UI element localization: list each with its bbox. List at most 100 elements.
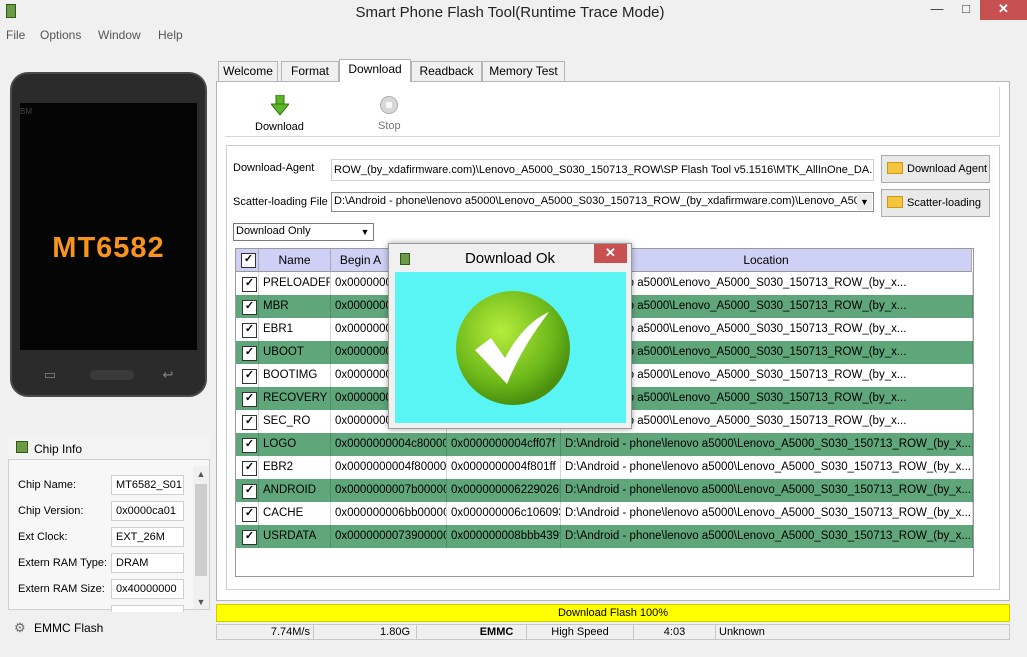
status-size: 1.80G — [314, 625, 417, 639]
partition-name: CACHE — [259, 502, 331, 525]
success-check-icon — [456, 291, 570, 405]
tab-memory-test[interactable]: Memory Test — [482, 61, 565, 81]
partition-location: D:\Android - phone\lenovo a5000\Lenovo_A… — [561, 479, 973, 502]
maximize-button[interactable]: □ — [952, 0, 980, 20]
checkbox-icon[interactable]: ✓ — [242, 415, 257, 430]
tab-welcome[interactable]: Welcome — [218, 61, 278, 81]
checkbox-icon[interactable]: ✓ — [242, 346, 257, 361]
row-select-cell[interactable]: ✓ — [236, 387, 259, 410]
begin-address: 0x0000000073900000 — [331, 525, 447, 548]
checkbox-icon[interactable]: ✓ — [242, 507, 257, 522]
partition-name: MBR — [259, 295, 331, 318]
minimize-button[interactable]: — — [922, 0, 952, 20]
chip-name-label: Chip Name: — [18, 479, 77, 491]
row-select-cell[interactable]: ✓ — [236, 272, 259, 295]
row-select-cell[interactable]: ✓ — [236, 433, 259, 456]
partition-name: BOOTIMG — [259, 364, 331, 387]
menu-file[interactable]: File — [6, 28, 25, 42]
chip-name-field[interactable]: MT6582_S01 — [111, 475, 184, 495]
chevron-down-icon[interactable]: ▼ — [358, 225, 372, 239]
partition-location: D:\Android - phone\lenovo a5000\Lenovo_A… — [561, 525, 973, 548]
table-row[interactable]: ✓ ANDROID 0x0000000007b00000 0x000000006229… — [236, 479, 973, 502]
end-address: 0x0000000004f801ff — [447, 456, 561, 479]
ext-clock-label: Ext Clock: — [18, 531, 68, 543]
chevron-down-icon[interactable]: ▼ — [857, 194, 872, 210]
checkbox-icon[interactable]: ✓ — [242, 300, 257, 315]
table-row[interactable]: ✓ CACHE 0x000000006bb00000 0x000000006c1060… — [236, 502, 973, 525]
row-select-cell[interactable]: ✓ — [236, 341, 259, 364]
stop-button[interactable]: Stop — [378, 120, 401, 132]
ext-clock-field[interactable]: EXT_26M — [111, 527, 184, 547]
row-select-cell[interactable]: ✓ — [236, 525, 259, 548]
scatter-file-select[interactable]: D:\Android - phone\lenovo a5000\Lenovo_A… — [331, 192, 874, 212]
checkbox-icon[interactable]: ✓ — [242, 484, 257, 499]
column-header-name[interactable]: Name — [259, 249, 331, 272]
scroll-down-icon[interactable]: ▼ — [193, 594, 209, 610]
scroll-up-icon[interactable]: ▲ — [193, 466, 209, 482]
menu-options[interactable]: Options — [40, 28, 81, 42]
row-select-cell[interactable]: ✓ — [236, 295, 259, 318]
row-select-cell[interactable]: ✓ — [236, 318, 259, 341]
ram-size-field[interactable]: 0x40000000 — [111, 579, 184, 599]
partition-name: UBOOT — [259, 341, 331, 364]
partition-name: SEC_RO — [259, 410, 331, 433]
download-button[interactable]: Download — [255, 121, 304, 133]
progress-bar: Download Flash 100% — [216, 604, 1010, 622]
checkbox-icon[interactable]: ✓ — [242, 392, 257, 407]
row-select-cell[interactable]: ✓ — [236, 502, 259, 525]
row-select-cell[interactable]: ✓ — [236, 456, 259, 479]
status-device: Unknown — [719, 626, 765, 638]
partition-name: ANDROID — [259, 479, 331, 502]
folder-icon — [887, 196, 903, 208]
table-row[interactable]: ✓ EBR2 0x0000000004f80000 0x0000000004f801f… — [236, 456, 973, 479]
checkbox-icon[interactable]: ✓ — [242, 461, 257, 476]
header-select-all[interactable]: ✓ — [236, 249, 259, 272]
phone-menu-key-icon: ▭ — [43, 367, 57, 382]
toolbar — [225, 87, 1000, 137]
column-header-begin[interactable]: Begin A — [331, 249, 391, 272]
end-address: 0x0000000004cff07f — [447, 433, 561, 456]
partition-name: LOGO — [259, 433, 331, 456]
tab-format[interactable]: Format — [281, 61, 339, 81]
phone-back-key-icon: ↩ — [162, 367, 174, 382]
menu-help[interactable]: Help — [158, 28, 183, 42]
status-speed: 7.74M/s — [217, 625, 314, 639]
partition-location: D:\Android - phone\lenovo a5000\Lenovo_A… — [561, 433, 973, 456]
status-time: 4:03 — [634, 625, 716, 639]
close-button[interactable]: ✕ — [980, 0, 1027, 20]
tab-readback[interactable]: Readback — [411, 61, 482, 81]
partition-name: RECOVERY — [259, 387, 331, 410]
chip-field-partial — [111, 605, 184, 612]
checkbox-icon[interactable]: ✓ — [242, 323, 257, 338]
row-select-cell[interactable]: ✓ — [236, 364, 259, 387]
scatter-file-label: Scatter-loading File — [233, 196, 328, 208]
table-row[interactable]: ✓ USRDATA 0x0000000073900000 0x000000008bbb… — [236, 525, 973, 548]
menu-window[interactable]: Window — [98, 28, 141, 42]
row-select-cell[interactable]: ✓ — [236, 479, 259, 502]
checkbox-icon[interactable]: ✓ — [241, 253, 256, 268]
dialog-close-button[interactable]: ✕ — [594, 244, 627, 263]
phone-brand: BM — [20, 107, 32, 116]
download-agent-label: Download-Agent — [233, 162, 315, 174]
ram-type-field[interactable]: DRAM — [111, 553, 184, 573]
tab-download[interactable]: Download — [339, 59, 411, 82]
row-select-cell[interactable]: ✓ — [236, 410, 259, 433]
table-row[interactable]: ✓ LOGO 0x0000000004c80000 0x0000000004cff07… — [236, 433, 973, 456]
chip-info-title: Chip Info — [34, 442, 83, 456]
checkbox-icon[interactable]: ✓ — [242, 438, 257, 453]
checkbox-icon[interactable]: ✓ — [242, 530, 257, 545]
checkbox-icon[interactable]: ✓ — [242, 277, 257, 292]
end-address: 0x000000008bbb439f — [447, 525, 561, 548]
partition-location: D:\Android - phone\lenovo a5000\Lenovo_A… — [561, 502, 973, 525]
scrollbar-thumb[interactable] — [195, 484, 207, 576]
ram-size-label: Extern RAM Size: — [18, 583, 105, 595]
stop-icon-inner — [386, 102, 392, 108]
download-mode-select[interactable]: Download Only — [233, 223, 374, 241]
end-address: 0x000000006229026b — [447, 479, 561, 502]
chip-version-label: Chip Version: — [18, 505, 84, 517]
download-arrow-icon[interactable] — [271, 95, 289, 117]
chip-version-field[interactable]: 0x0000ca01 — [111, 501, 184, 521]
phone-model-label: MT6582 — [52, 232, 165, 264]
download-agent-field[interactable]: ROW_(by_xdafirmware.com)\Lenovo_A5000_S0… — [331, 159, 874, 181]
checkbox-icon[interactable]: ✓ — [242, 369, 257, 384]
